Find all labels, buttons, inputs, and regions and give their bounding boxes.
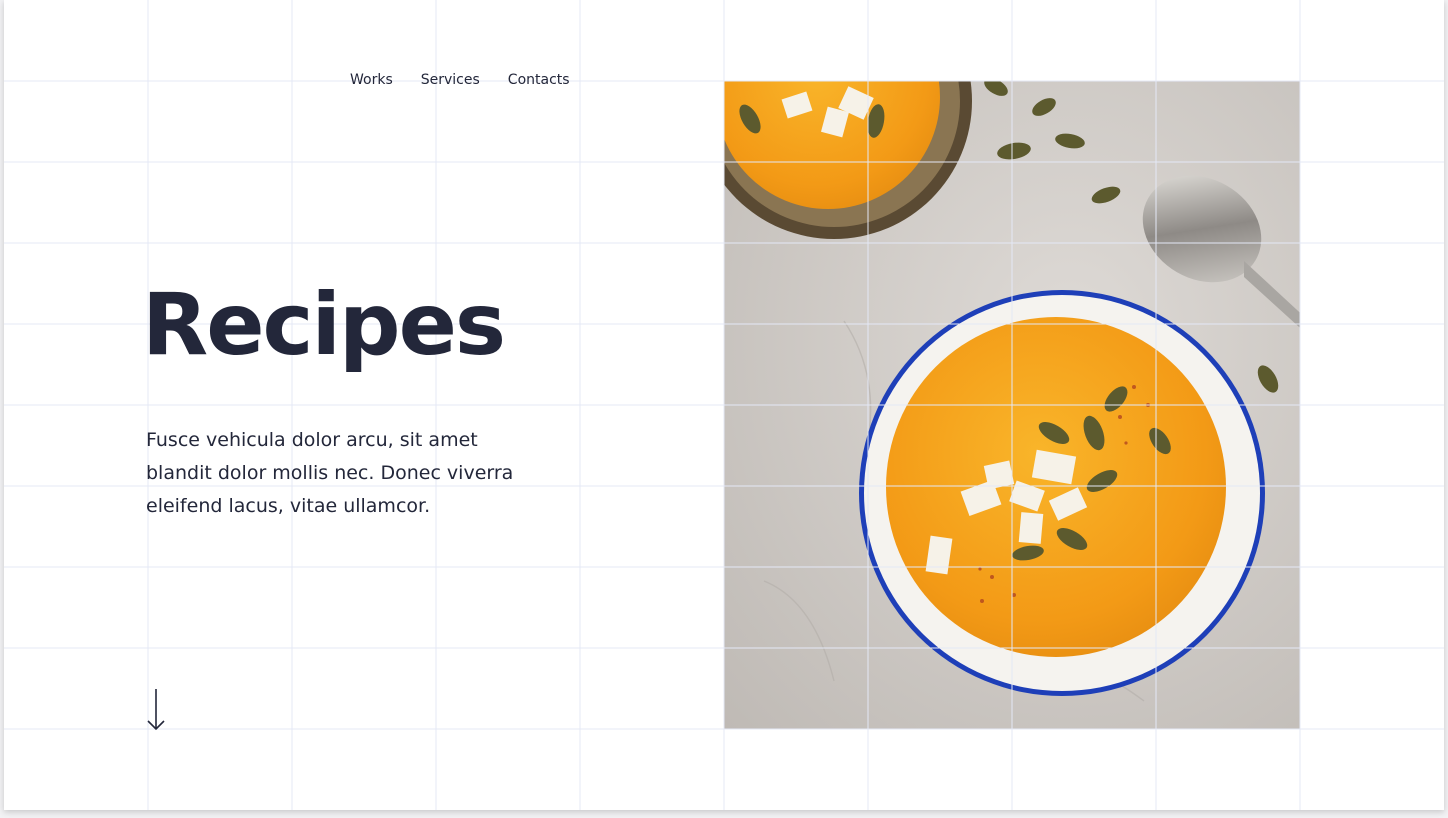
arrow-down-icon: [147, 689, 165, 731]
nav-link-works[interactable]: Works: [350, 72, 393, 88]
page-frame: Works Services Contacts Recipes Fusce ve…: [4, 0, 1444, 810]
hero-image: [724, 81, 1300, 729]
hero-description: Fusce vehicula dolor arcu, sit amet blan…: [146, 429, 514, 517]
top-nav: Works Services Contacts: [350, 72, 570, 88]
page-title: Recipes: [142, 275, 506, 375]
nav-link-contacts[interactable]: Contacts: [508, 72, 570, 88]
nav-link-services[interactable]: Services: [421, 72, 480, 88]
scroll-down-button[interactable]: [146, 688, 166, 732]
